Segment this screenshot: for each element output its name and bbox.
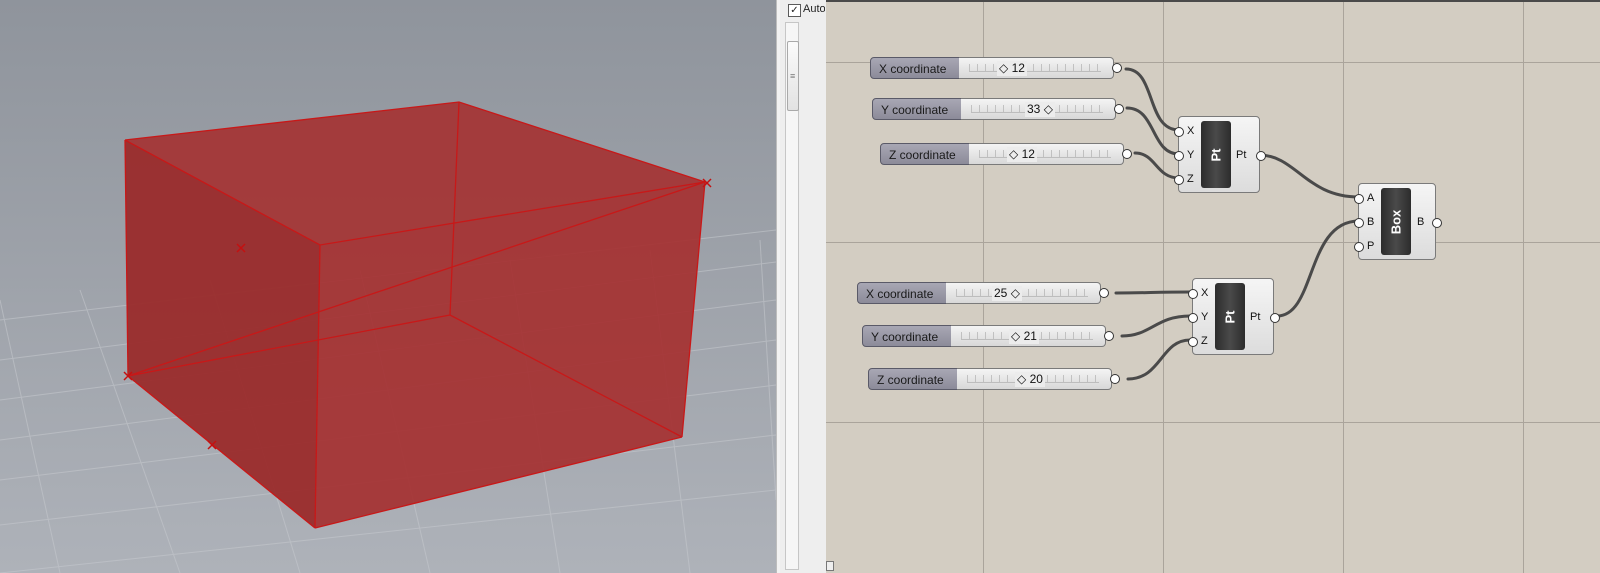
component-core[interactable]: Pt bbox=[1215, 283, 1245, 350]
input-grip[interactable] bbox=[1174, 175, 1184, 185]
rhino-viewport[interactable] bbox=[0, 0, 776, 573]
z-coordinate-slider[interactable]: Z coordinate ◇ 20 bbox=[868, 368, 1122, 390]
slider-label: Y coordinate bbox=[872, 98, 962, 120]
slider-value[interactable]: ◇ 21 bbox=[1009, 329, 1039, 344]
slider-label: X coordinate bbox=[857, 282, 947, 304]
grasshopper-canvas[interactable]: X coordinate ◇ 12 Y coordinate 33 ◇ Z co… bbox=[826, 0, 1600, 573]
input-grip[interactable] bbox=[1174, 151, 1184, 161]
input-grip[interactable] bbox=[1188, 313, 1198, 323]
output-grip[interactable] bbox=[1432, 218, 1442, 228]
slider-value[interactable]: 25 ◇ bbox=[992, 286, 1022, 301]
side-panel: ✓ Auto ≡ bbox=[780, 0, 827, 573]
input-label-x: X bbox=[1201, 287, 1209, 299]
scrollbar-thumb[interactable]: ≡ bbox=[787, 41, 799, 111]
y-coordinate-slider[interactable]: Y coordinate ◇ 21 bbox=[862, 325, 1116, 347]
slider-ticks bbox=[956, 289, 1088, 297]
component-core[interactable]: Box bbox=[1381, 188, 1411, 255]
slider-track[interactable]: ◇ 20 bbox=[957, 368, 1112, 390]
construct-point-component[interactable]: X Y Z Pt Pt bbox=[1174, 116, 1266, 193]
input-grip[interactable] bbox=[1354, 242, 1364, 252]
auto-checkbox[interactable]: ✓ bbox=[788, 4, 801, 17]
input-label-b: B bbox=[1367, 216, 1375, 228]
slider-value[interactable]: ◇ 20 bbox=[1015, 372, 1045, 387]
component-name: Box bbox=[1388, 209, 1404, 234]
component-name: Pt bbox=[1208, 148, 1224, 161]
input-label-y: Y bbox=[1187, 149, 1195, 161]
output-grip[interactable] bbox=[1256, 151, 1266, 161]
canvas-grid-line bbox=[826, 422, 1600, 423]
auto-checkbox-label: Auto bbox=[803, 3, 825, 15]
canvas-grid-line bbox=[1343, 2, 1344, 573]
slider-value[interactable]: ◇ 12 bbox=[997, 61, 1027, 76]
input-grip[interactable] bbox=[1354, 218, 1364, 228]
slider-label: Y coordinate bbox=[862, 325, 952, 347]
slider-label: X coordinate bbox=[870, 57, 960, 79]
canvas-grid-line bbox=[1163, 2, 1164, 573]
input-label-y: Y bbox=[1201, 311, 1209, 323]
box-component[interactable]: A B P Box B bbox=[1354, 183, 1442, 260]
slider-ticks bbox=[969, 64, 1101, 72]
slider-track[interactable]: ◇ 12 bbox=[969, 143, 1124, 165]
x-coordinate-slider[interactable]: X coordinate ◇ 12 bbox=[870, 57, 1124, 79]
slider-ticks bbox=[979, 150, 1111, 158]
input-label-z: Z bbox=[1187, 173, 1194, 185]
output-grip[interactable] bbox=[1122, 149, 1132, 159]
slider-track[interactable]: 33 ◇ bbox=[961, 98, 1116, 120]
component-name: Pt bbox=[1222, 310, 1238, 323]
viewport-scene bbox=[0, 0, 776, 573]
vertical-scrollbar[interactable]: ≡ bbox=[785, 22, 799, 570]
construct-point-component[interactable]: X Y Z Pt Pt bbox=[1188, 278, 1280, 355]
input-label-p: P bbox=[1367, 240, 1375, 252]
input-label-z: Z bbox=[1201, 335, 1208, 347]
x-coordinate-slider[interactable]: X coordinate 25 ◇ bbox=[857, 282, 1111, 304]
z-coordinate-slider[interactable]: Z coordinate ◇ 12 bbox=[880, 143, 1134, 165]
output-label: Pt bbox=[1250, 311, 1261, 323]
canvas-grid-line bbox=[826, 242, 1600, 243]
input-grip[interactable] bbox=[1188, 337, 1198, 347]
slider-track[interactable]: ◇ 12 bbox=[959, 57, 1114, 79]
input-label-a: A bbox=[1367, 192, 1375, 204]
slider-label: Z coordinate bbox=[868, 368, 958, 390]
output-grip[interactable] bbox=[1114, 104, 1124, 114]
y-coordinate-slider[interactable]: Y coordinate 33 ◇ bbox=[872, 98, 1126, 120]
slider-value[interactable]: ◇ 12 bbox=[1007, 147, 1037, 162]
output-grip[interactable] bbox=[1110, 374, 1120, 384]
slider-track[interactable]: 25 ◇ bbox=[946, 282, 1101, 304]
canvas-grid-line bbox=[1523, 2, 1524, 573]
output-grip[interactable] bbox=[1104, 331, 1114, 341]
output-grip[interactable] bbox=[1270, 313, 1280, 323]
slider-value[interactable]: 33 ◇ bbox=[1025, 102, 1055, 117]
slider-track[interactable]: ◇ 21 bbox=[951, 325, 1106, 347]
output-label: Pt bbox=[1236, 149, 1247, 161]
output-grip[interactable] bbox=[1112, 63, 1122, 73]
canvas-corner-handle[interactable] bbox=[826, 561, 834, 571]
output-label: B bbox=[1417, 216, 1425, 228]
input-grip[interactable] bbox=[1188, 289, 1198, 299]
input-grip[interactable] bbox=[1354, 194, 1364, 204]
component-core[interactable]: Pt bbox=[1201, 121, 1231, 188]
input-grip[interactable] bbox=[1174, 127, 1184, 137]
slider-label: Z coordinate bbox=[880, 143, 970, 165]
scrollbar-grip-icon: ≡ bbox=[790, 71, 796, 81]
input-label-x: X bbox=[1187, 125, 1195, 137]
output-grip[interactable] bbox=[1099, 288, 1109, 298]
